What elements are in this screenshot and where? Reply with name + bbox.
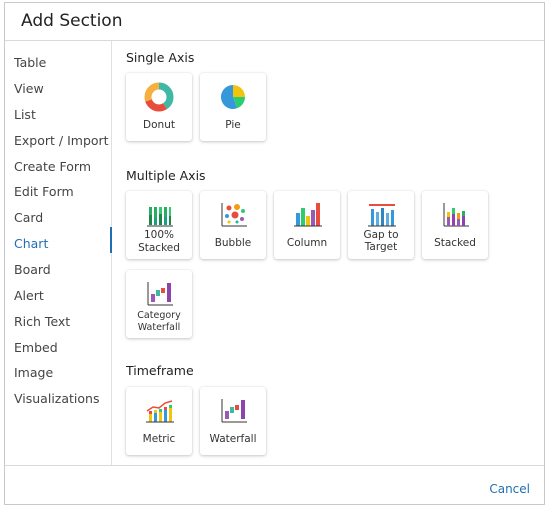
sidebar-item-list[interactable]: List [14,107,36,122]
donut-chart-icon [144,82,174,112]
dialog-header: Add Section [5,3,544,41]
sidebar-item-board[interactable]: Board [14,262,51,277]
dialog-title: Add Section [21,11,123,31]
stacked-100-chart-icon [147,207,173,227]
sidebar-item-card[interactable]: Card [14,210,43,225]
chart-card-100-stacked[interactable]: 100% Stacked [126,191,192,259]
chart-card-bubble[interactable]: Bubble [200,191,266,259]
gap-to-target-chart-icon [368,204,396,227]
chart-card-stacked[interactable]: Stacked [422,191,488,259]
chart-card-donut[interactable]: Donut [126,73,192,141]
chart-card-waterfall[interactable]: Waterfall [200,387,266,455]
card-label-line2: Target [364,241,398,253]
card-label-line2: Waterfall [137,322,181,333]
chart-card-pie[interactable]: Pie [200,73,266,141]
metric-chart-icon [146,400,174,423]
card-label-line2: Stacked [138,242,180,254]
card-label: Bubble [214,237,252,249]
chart-card-metric[interactable]: Metric [126,387,192,455]
card-label: Column [286,237,328,249]
card-label: Waterfall [209,433,257,445]
chart-card-column[interactable]: Column [274,191,340,259]
sidebar-item-image[interactable]: Image [14,365,53,380]
sidebar-item-rich-text[interactable]: Rich Text [14,314,70,329]
sidebar-item-create-form[interactable]: Create Form [14,159,91,174]
card-label: Stacked [434,237,476,249]
chart-card-category-waterfall[interactable]: Category Waterfall [126,270,192,338]
card-label-line1: 100% [143,229,175,241]
sidebar-item-alert[interactable]: Alert [14,288,44,303]
sidebar-item-visualizations[interactable]: Visualizations [14,391,99,406]
card-label: Donut [143,119,175,131]
sidebar-item-view[interactable]: View [14,81,44,96]
category-waterfall-chart-icon [147,282,173,306]
dialog-footer: Cancel [5,465,544,505]
pie-chart-icon [220,84,245,109]
waterfall-chart-icon [221,399,247,423]
sidebar-item-chart[interactable]: Chart [14,236,48,251]
card-label: Metric [142,433,176,445]
sidebar-item-table[interactable]: Table [14,55,46,70]
section-single-axis-label: Single Axis [126,50,195,65]
card-label: Pie [225,119,241,131]
chart-type-panel: Single Axis Donut Pie Multiple Axis 100%… [112,41,544,465]
column-chart-icon [294,203,322,227]
section-timeframe-label: Timeframe [126,363,194,378]
card-label-line1: Category [137,310,181,321]
card-label-line1: Gap to [363,229,399,241]
sidebar-item-edit-form[interactable]: Edit Form [14,184,74,199]
add-section-dialog: Add Section Table View List Export / Imp… [4,2,545,505]
section-multiple-axis-label: Multiple Axis [126,168,206,183]
cancel-button[interactable]: Cancel [489,482,530,496]
bubble-chart-icon [221,203,247,227]
stacked-chart-icon [443,203,469,227]
sidebar-item-embed[interactable]: Embed [14,340,58,355]
sidebar-item-export-import[interactable]: Export / Import [14,133,109,148]
sidebar: Table View List Export / Import Create F… [5,41,112,465]
chart-card-gap-to-target[interactable]: Gap to Target [348,191,414,259]
